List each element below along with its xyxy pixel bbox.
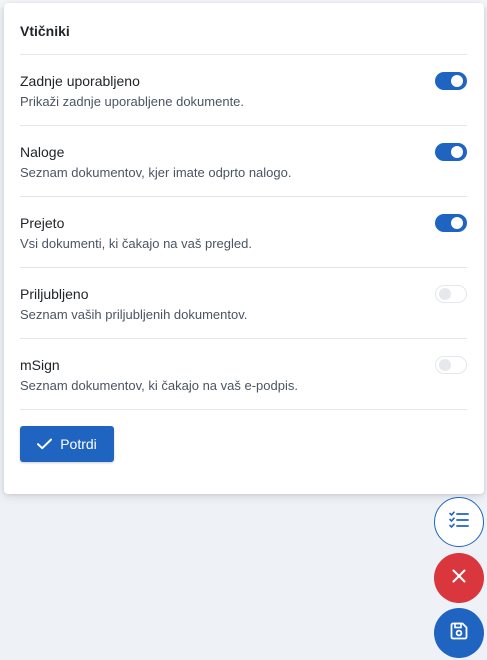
plugin-label: Zadnje uporabljeno (20, 73, 140, 89)
toggle-received[interactable] (435, 214, 467, 232)
plugin-row-tasks: Naloge Seznam dokumentov, kjer imate odp… (20, 125, 467, 196)
plugin-description: Vsi dokumenti, ki čakajo na vaš pregled. (20, 236, 252, 251)
toggle-knob (451, 146, 463, 158)
toggle-knob (439, 288, 451, 300)
close-button[interactable] (434, 553, 484, 603)
save-icon (450, 622, 468, 645)
plugin-description: Seznam dokumentov, kjer imate odprto nal… (20, 165, 292, 180)
plugin-row-received: Prejeto Vsi dokumenti, ki čakajo na vaš … (20, 196, 467, 267)
close-icon (452, 569, 466, 588)
toggle-knob (451, 75, 463, 87)
toggle-recent[interactable] (435, 72, 467, 90)
plugin-description: Seznam vaših priljubljenih dokumentov. (20, 307, 248, 322)
plugins-panel: Vtičniki Zadnje uporabljeno Prikaži zadn… (4, 3, 484, 494)
plugin-row-msign: mSign Seznam dokumentov, ki čakajo na va… (20, 338, 467, 409)
checklist-icon (449, 510, 469, 534)
plugin-label: mSign (20, 357, 60, 373)
plugin-row-recent: Zadnje uporabljeno Prikaži zadnje uporab… (20, 54, 467, 125)
plugin-label: Naloge (20, 144, 65, 160)
checklist-button[interactable] (434, 497, 484, 547)
plugin-description: Prikaži zadnje uporabljene dokumente. (20, 94, 245, 109)
plugin-label: Prejeto (20, 215, 65, 231)
panel-title: Vtičniki (20, 23, 70, 39)
toggle-knob (451, 217, 463, 229)
toggle-favorites[interactable] (435, 285, 467, 303)
toggle-tasks[interactable] (435, 143, 467, 161)
divider (20, 409, 467, 410)
confirm-label: Potrdi (60, 436, 97, 452)
toggle-knob (439, 359, 451, 371)
save-button[interactable] (434, 608, 484, 658)
check-icon (37, 438, 53, 450)
plugin-label: Priljubljeno (20, 286, 89, 302)
toggle-msign[interactable] (435, 356, 467, 374)
plugin-description: Seznam dokumentov, ki čakajo na vaš e-po… (20, 378, 298, 393)
confirm-button[interactable]: Potrdi (20, 426, 114, 462)
plugin-row-favorites: Priljubljeno Seznam vaših priljubljenih … (20, 267, 467, 338)
